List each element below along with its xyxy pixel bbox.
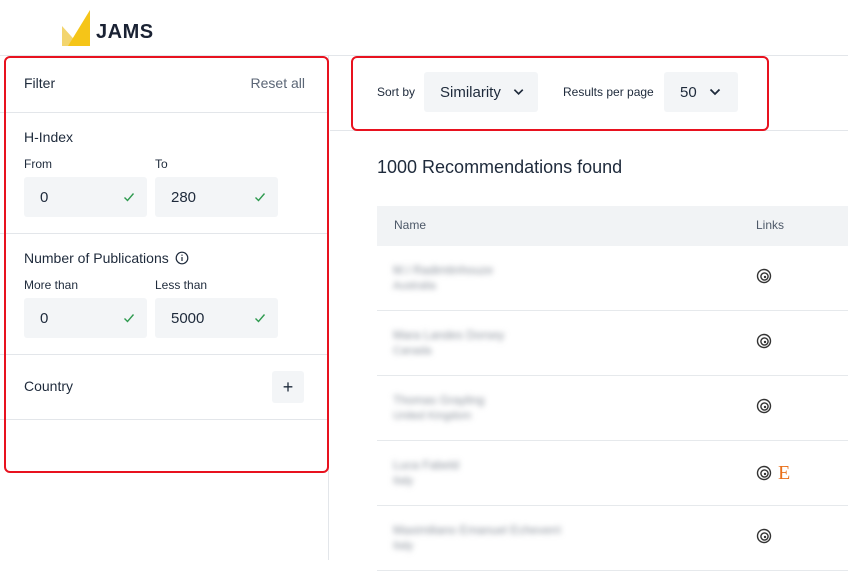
row-name: Mara Landes Dorsey (393, 328, 505, 342)
hindex-to-label: To (155, 157, 168, 171)
info-icon[interactable] (175, 251, 189, 265)
orcid-icon[interactable] (756, 398, 772, 414)
row-name: Luca Fabeld (393, 458, 460, 472)
hindex-from-label: From (24, 157, 52, 171)
filter-header: Filter Reset all (0, 56, 329, 113)
row-country: Australia (393, 280, 436, 292)
row-links: E (756, 463, 790, 483)
country-title: Country (24, 378, 74, 394)
reset-all-button[interactable]: Reset all (251, 75, 305, 91)
results-per-page-label: Results per page (563, 85, 654, 99)
chevron-down-icon (709, 88, 720, 96)
row-country: Canada (393, 345, 432, 357)
publications-less-value: 5000 (171, 309, 205, 327)
row-links (756, 528, 772, 544)
publications-title: Number of Publications (24, 250, 169, 266)
publications-less-label: Less than (155, 278, 208, 292)
table-row[interactable]: Maximiliano Emanuel Echeverri Italy (377, 506, 848, 571)
publications-section: Number of Publications More than Less th… (0, 234, 329, 355)
row-name: Thomas Grayling (393, 393, 485, 407)
publications-less-input[interactable]: 5000 (155, 298, 278, 338)
table-row[interactable]: Luca Fabeld Italy E (377, 441, 848, 506)
filter-title: Filter (24, 75, 56, 91)
hindex-from-input[interactable]: 0 (24, 177, 147, 217)
row-name: M.I Radimtinhouze (393, 263, 494, 277)
table-row[interactable]: Thomas Grayling United Kingdom (377, 376, 848, 441)
row-links (756, 333, 772, 349)
brand-name: JAMS (96, 21, 154, 43)
hindex-to-value: 280 (171, 188, 197, 206)
table-row[interactable]: Mara Landes Dorsey Canada (377, 311, 848, 376)
table-row[interactable]: M.I Radimtinhouze Australia (377, 246, 848, 311)
publications-title-row: Number of Publications (24, 250, 189, 266)
checkmark-icon (124, 193, 135, 202)
hindex-section: H-Index From To 0 280 (0, 113, 329, 234)
add-country-button[interactable]: + (272, 371, 304, 403)
jams-logo-icon (62, 10, 90, 46)
results-panel: Sort by Similarity Results per page 50 1… (330, 56, 848, 571)
row-name-cell: M.I Radimtinhouze Australia (393, 263, 493, 292)
row-country: Italy (393, 540, 414, 552)
publications-more-label: More than (24, 278, 79, 292)
jams-logo[interactable]: JAMS (62, 10, 154, 46)
publications-more-value: 0 (40, 309, 49, 327)
results-count: 1000 Recommendations found (377, 157, 623, 177)
hindex-from-value: 0 (40, 188, 49, 206)
row-links (756, 268, 772, 284)
orcid-icon[interactable] (756, 333, 772, 349)
sort-value: Similarity (440, 83, 501, 101)
plus-icon: + (282, 376, 294, 397)
chevron-down-icon (513, 89, 524, 96)
column-links-header: Links (756, 218, 785, 232)
hindex-to-input[interactable]: 280 (155, 177, 278, 217)
table-header: Name Links (377, 206, 848, 246)
sort-bar: Sort by Similarity Results per page 50 (330, 56, 848, 131)
hindex-title: H-Index (24, 129, 74, 145)
column-name-header: Name (394, 218, 427, 232)
row-name-cell: Mara Landes Dorsey Canada (393, 328, 504, 357)
row-name: Maximiliano Emanuel Echeverri (393, 523, 562, 537)
orcid-icon[interactable] (756, 465, 772, 481)
top-bar: JAMS (0, 0, 848, 56)
orcid-icon[interactable] (756, 268, 772, 284)
publications-more-input[interactable]: 0 (24, 298, 147, 338)
row-name-cell: Maximiliano Emanuel Echeverri Italy (393, 523, 561, 552)
country-section: Country + (0, 355, 329, 420)
row-name-cell: Luca Fabeld Italy (393, 458, 459, 487)
e-icon[interactable]: E (778, 463, 790, 483)
checkmark-icon (255, 314, 266, 323)
sort-select[interactable]: Similarity (424, 72, 538, 112)
sort-by-label: Sort by (377, 85, 416, 99)
checkmark-icon (124, 314, 135, 323)
checkmark-icon (255, 193, 266, 202)
row-country: Italy (393, 475, 414, 487)
row-name-cell: Thomas Grayling United Kingdom (393, 393, 484, 422)
orcid-icon[interactable] (756, 528, 772, 544)
filter-sidebar: Filter Reset all H-Index From To 0 280 N… (0, 56, 329, 560)
results-per-page-value: 50 (680, 83, 697, 101)
results-per-page-select[interactable]: 50 (664, 72, 738, 112)
row-links (756, 398, 772, 414)
row-country: United Kingdom (393, 410, 472, 422)
